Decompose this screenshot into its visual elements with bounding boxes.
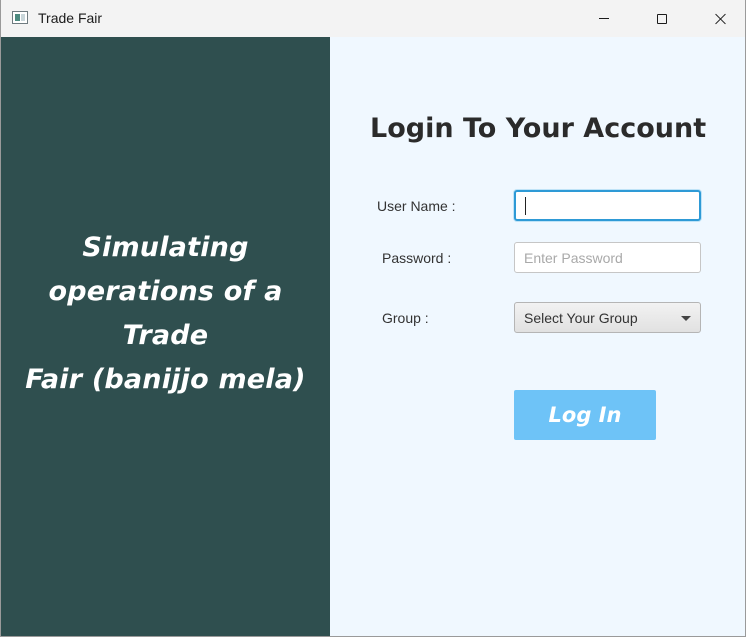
tagline-line: operations of a Trade <box>48 276 283 351</box>
maximize-icon <box>657 13 667 24</box>
group-selected-value: Select Your Group <box>524 310 638 326</box>
tagline: Simulating operations of a Trade Fair (b… <box>1 226 330 402</box>
text-caret <box>525 197 526 215</box>
tagline-line: Fair (banijjo mela) <box>25 364 306 395</box>
minimize-icon <box>599 18 609 19</box>
group-label: Group : <box>382 310 429 326</box>
username-label: User Name : <box>377 198 456 214</box>
title-bar: Trade Fair <box>1 0 745 37</box>
group-select[interactable]: Select Your Group <box>514 302 701 333</box>
maximize-button[interactable] <box>633 0 691 37</box>
branding-panel: Simulating operations of a Trade Fair (b… <box>1 37 330 636</box>
login-button[interactable]: Log In <box>514 390 656 440</box>
password-label: Password : <box>382 250 452 266</box>
close-icon <box>714 13 726 25</box>
window-title: Trade Fair <box>38 10 103 26</box>
login-panel: Login To Your Account User Name : Passwo… <box>330 37 745 636</box>
username-input[interactable] <box>514 190 701 221</box>
app-window: Trade Fair Simulating operations of a Tr… <box>0 0 746 637</box>
login-title: Login To Your Account <box>370 113 707 144</box>
tagline-line: Simulating <box>82 232 249 263</box>
app-window-icon <box>12 11 28 24</box>
close-button[interactable] <box>691 0 745 37</box>
chevron-down-icon <box>681 316 691 321</box>
password-input[interactable] <box>514 242 701 273</box>
minimize-button[interactable] <box>575 0 633 37</box>
